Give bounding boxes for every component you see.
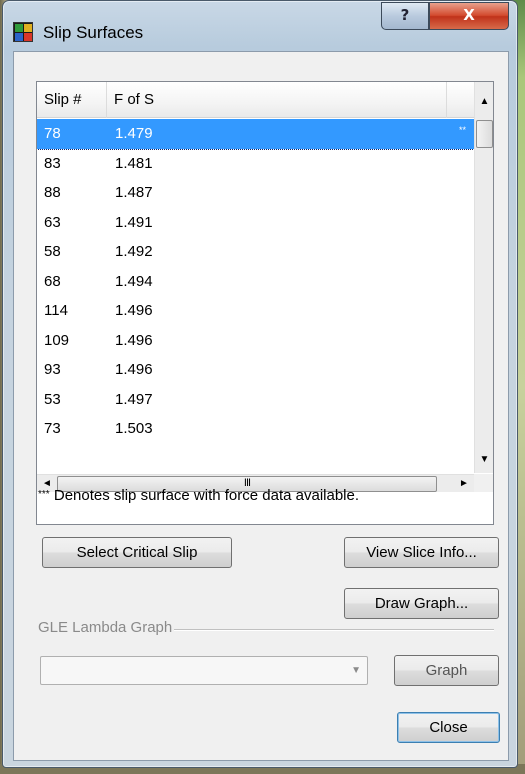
table-row[interactable]: 73 1.503 [37,414,474,444]
slip-number-cell: 58 [44,243,61,260]
slip-number-cell: 109 [44,331,70,349]
force-data-marker: ** [459,125,467,135]
slip-list[interactable]: Slip # F of S 78 1.479 ** 83 1.481 88 1.487 63 1… [36,81,494,525]
vertical-scrollbar[interactable]: ▲ ▼ [474,82,493,473]
slip-number-cell: 53 [44,390,61,408]
table-row[interactable]: 83 1.481 [37,149,474,179]
factor-of-safety-cell: 1.491 [115,213,153,231]
note-stars: *** [38,489,50,500]
list-rows: 78 1.479 ** 83 1.481 88 1.487 63 1.491 58 1.492 68 1… [37,119,474,474]
scrollbar-corner [474,474,493,492]
column-header-empty [447,82,474,118]
factor-of-safety-cell: 1.496 [115,361,153,378]
note-text: Denotes slip surface with force data ava… [49,487,360,504]
factor-of-safety-cell: 1.492 [115,243,153,260]
table-row[interactable]: 58 1.492 [37,237,474,267]
slip-number-cell: 63 [44,213,61,231]
gle-group-divider [164,629,494,631]
vertical-scroll-thumb[interactable] [476,120,493,148]
table-row[interactable]: 78 1.479 ** [37,119,474,150]
factor-of-safety-cell: 1.503 [115,420,153,437]
factor-of-safety-cell: 1.497 [115,390,153,408]
factor-of-safety-cell: 1.487 [115,184,153,201]
chevron-down-icon[interactable]: ▼ [351,657,361,684]
factor-of-safety-cell: 1.481 [115,154,153,172]
graph-button[interactable]: Graph [394,655,499,686]
table-row[interactable]: 109 1.496 [37,326,474,356]
slip-number-cell: 78 [44,125,61,142]
slip-number-cell: 114 [44,302,68,319]
slip-surfaces-dialog: Slip Surfaces ? X Slip # F of S 78 1.479 *… [2,0,518,768]
table-row[interactable]: 68 1.494 [37,267,474,297]
column-header-fos[interactable]: F of S [107,82,447,118]
help-button[interactable]: ? [381,2,429,30]
slip-number-cell: 88 [44,184,61,201]
force-data-note: *** Denotes slip surface with force data… [38,487,359,504]
table-row[interactable]: 114 1.496 [37,296,474,326]
slip-number-cell: 93 [44,361,61,378]
table-row[interactable]: 93 1.496 [37,355,474,385]
window-close-button[interactable]: X [429,2,509,30]
slip-number-cell: 68 [44,272,61,290]
view-slice-info-button[interactable]: View Slice Info... [344,537,499,568]
draw-graph-button[interactable]: Draw Graph... [344,588,499,619]
column-header-slip[interactable]: Slip # [37,82,107,118]
table-row[interactable]: 88 1.487 [37,178,474,208]
factor-of-safety-cell: 1.494 [115,272,153,290]
select-critical-slip-button[interactable]: Select Critical Slip [42,537,232,568]
factor-of-safety-cell: 1.479 [115,125,153,142]
gle-lambda-combo[interactable]: ▼ [40,656,368,685]
title-bar[interactable]: Slip Surfaces ? X [3,1,517,51]
slip-number-cell: 73 [44,420,61,437]
window-title: Slip Surfaces [43,23,144,42]
gle-lambda-graph-label: GLE Lambda Graph [38,619,175,636]
scroll-up-icon[interactable]: ▲ [475,92,494,111]
close-button[interactable]: Close [397,712,500,743]
factor-of-safety-cell: 1.496 [115,302,153,319]
factor-of-safety-cell: 1.496 [115,331,153,349]
scroll-right-icon[interactable]: ► [456,475,472,493]
slip-number-cell: 83 [44,154,61,172]
app-icon[interactable] [13,22,33,42]
list-header: Slip # F of S [37,82,474,118]
scroll-down-icon[interactable]: ▼ [475,450,494,469]
dialog-client-area: Slip # F of S 78 1.479 ** 83 1.481 88 1.487 63 1… [13,51,509,761]
table-row[interactable]: 63 1.491 [37,208,474,238]
table-row[interactable]: 53 1.497 [37,385,474,415]
